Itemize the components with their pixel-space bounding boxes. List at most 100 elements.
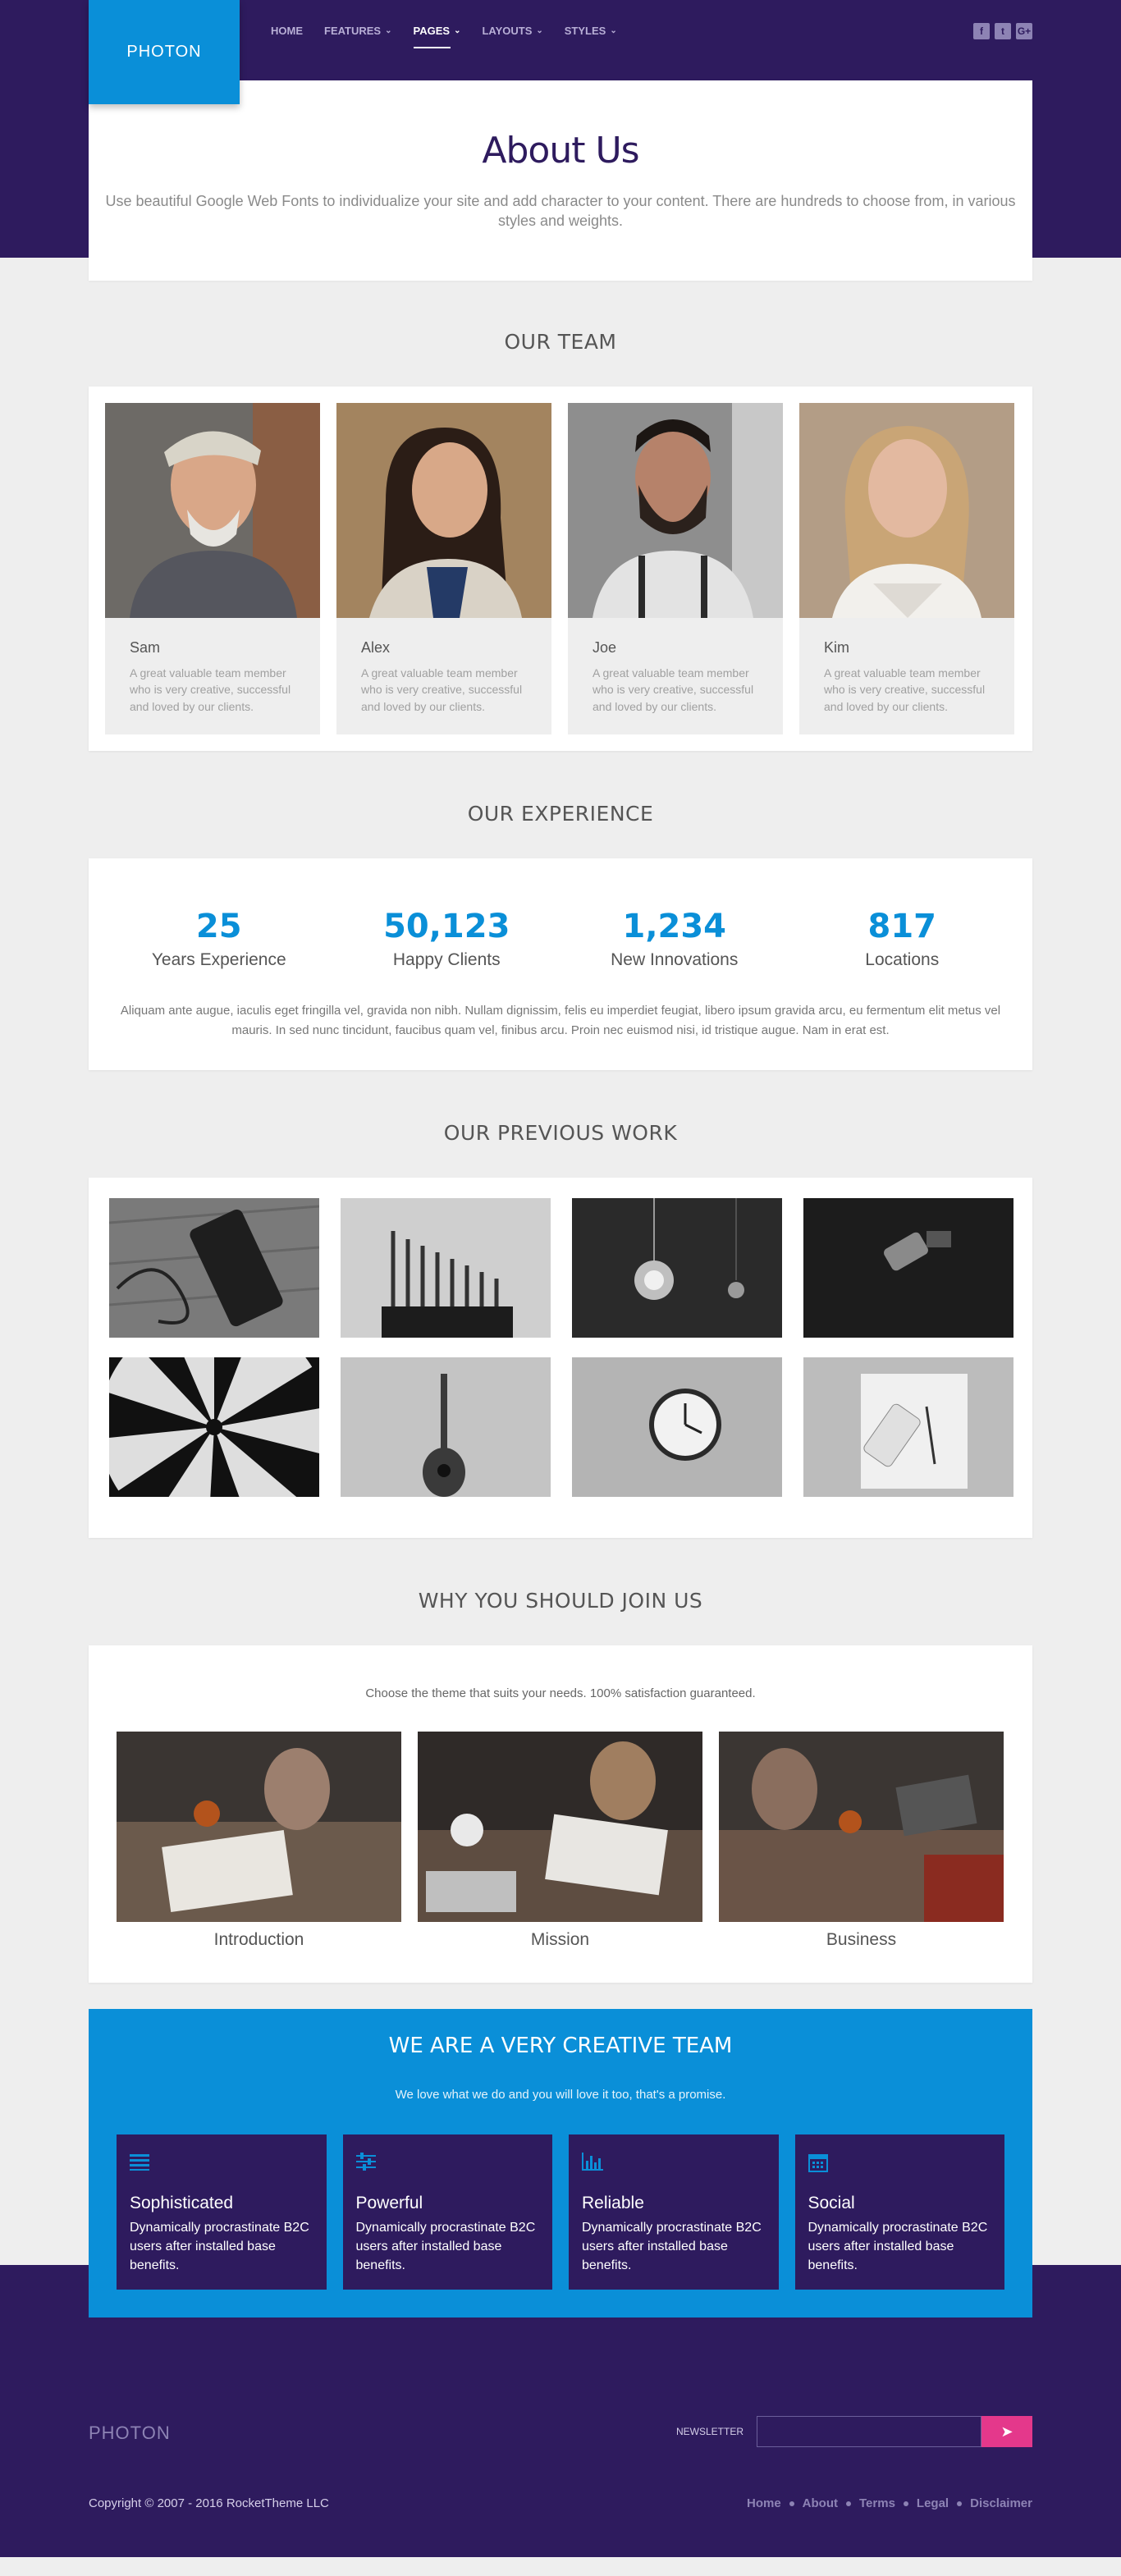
footer-link-legal[interactable]: Legal — [917, 2496, 949, 2510]
stat-value: 25 — [195, 907, 242, 945]
member-bio: A great valuable team member who is very… — [361, 666, 523, 713]
member-name: Kim — [824, 639, 849, 656]
feature-title: Reliable — [582, 2193, 644, 2212]
chevron-down-icon: ⌄ — [610, 26, 617, 35]
main-nav: Home Features ⌄ Pages ⌄ Layouts ⌄ Styles ⌄ — [271, 25, 617, 48]
feature-text: Dynamically procrastinate B2C users afte… — [130, 2220, 309, 2273]
work-item-notebook[interactable] — [803, 1357, 1013, 1497]
work-title: OUR PREVIOUS WORK — [443, 1120, 678, 1145]
nav-label: Home — [271, 25, 303, 37]
site-logo[interactable]: PHOTON — [89, 0, 240, 104]
team-card: Sam A great valuable team member who is v… — [89, 387, 1032, 751]
stat-innovations: 1,234 New Innovations — [568, 908, 781, 970]
join-label: Introduction — [213, 1929, 304, 1949]
separator-dot — [789, 2501, 794, 2506]
feature-grid: Sophisticated Dynamically procrastinate … — [117, 2134, 1004, 2290]
join-tagline: Choose the theme that suits your needs. … — [365, 1686, 756, 1700]
member-name: Sam — [130, 639, 161, 656]
nav-item-home[interactable]: Home — [271, 25, 303, 48]
stat-label: Locations — [865, 949, 940, 969]
join-image — [418, 1731, 702, 1922]
send-icon: ➤ — [1000, 2423, 1013, 2440]
stat-clients: 50,123 Happy Clients — [340, 908, 553, 970]
team-member: Kim A great valuable team member who is v… — [799, 403, 1014, 734]
team-title: OUR TEAM — [504, 330, 617, 354]
member-name: Joe — [593, 639, 617, 656]
work-item-clock[interactable] — [572, 1357, 782, 1497]
chevron-down-icon: ⌄ — [536, 26, 543, 35]
copyright: Copyright © 2007 - 2016 RocketTheme LLC — [89, 2496, 329, 2511]
join-item-mission[interactable]: Mission — [418, 1731, 702, 1950]
stat-value: 1,234 — [622, 907, 727, 945]
feature-title: Sophisticated — [130, 2193, 234, 2212]
separator-dot — [903, 2501, 908, 2506]
footer-link-disclaimer[interactable]: Disclaimer — [970, 2496, 1032, 2510]
member-bio: A great valuable team member who is very… — [130, 666, 291, 713]
team-member: Alex A great valuable team member who is … — [336, 403, 551, 734]
nav-label: Styles — [564, 25, 606, 37]
work-item-guitar[interactable] — [341, 1357, 551, 1497]
creative-team-section: WE ARE A VERY CREATIVE TEAM We love what… — [89, 2008, 1032, 2318]
creative-title: WE ARE A VERY CREATIVE TEAM — [388, 2033, 733, 2058]
member-photo — [799, 403, 1014, 618]
feature-title: Powerful — [355, 2193, 423, 2212]
join-image — [719, 1731, 1004, 1922]
social-links: f t G+ — [973, 23, 1032, 39]
join-grid: Introduction Mission Business — [117, 1731, 1004, 1950]
nav-item-styles[interactable]: Styles ⌄ — [565, 25, 617, 48]
newsletter-email-input[interactable] — [757, 2416, 981, 2448]
nav-item-layouts[interactable]: Layouts ⌄ — [482, 25, 542, 48]
join-image — [117, 1731, 401, 1922]
feature-title: Social — [808, 2193, 855, 2212]
hero-card: About Us Use beautiful Google Web Fonts … — [89, 80, 1032, 281]
twitter-icon[interactable]: t — [995, 23, 1011, 39]
team-member: Sam A great valuable team member who is v… — [105, 403, 320, 734]
nav-label: Features — [324, 25, 382, 37]
stat-value: 50,123 — [383, 907, 510, 945]
join-item-business[interactable]: Business — [719, 1731, 1004, 1950]
sliders-icon — [355, 2152, 540, 2177]
member-bio: A great valuable team member who is very… — [593, 666, 754, 713]
stat-years: 25 Years Experience — [112, 908, 326, 970]
feature-text: Dynamically procrastinate B2C users afte… — [808, 2220, 988, 2273]
join-item-introduction[interactable]: Introduction — [117, 1731, 401, 1950]
nav-label: Layouts — [482, 25, 533, 37]
feature-card: Social Dynamically procrastinate B2C use… — [794, 2134, 1004, 2290]
creative-subtitle: We love what we do and you will love it … — [395, 2087, 726, 2102]
newsletter-form: Newsletter ➤ — [676, 2416, 1032, 2448]
footer-logo[interactable]: PHOTON — [89, 2423, 171, 2444]
chevron-down-icon: ⌄ — [385, 26, 392, 35]
stat-label: New Innovations — [611, 949, 739, 969]
facebook-icon[interactable]: f — [973, 23, 990, 39]
footer-link-terms[interactable]: Terms — [859, 2496, 895, 2510]
feature-text: Dynamically procrastinate B2C users afte… — [355, 2220, 536, 2273]
work-item-lightbulb[interactable] — [572, 1197, 782, 1338]
stat-locations: 817 Locations — [795, 908, 1009, 970]
work-item-dartboard[interactable] — [109, 1357, 319, 1497]
nav-item-pages[interactable]: Pages ⌄ — [413, 25, 460, 48]
feature-card: Powerful Dynamically procrastinate B2C u… — [342, 2134, 552, 2290]
separator-dot — [846, 2501, 851, 2506]
member-photo — [336, 403, 551, 618]
newsletter-submit-button[interactable]: ➤ — [981, 2416, 1032, 2448]
experience-text: Aliquam ante augue, iaculis eget fringil… — [120, 1003, 1001, 1037]
experience-title: OUR EXPERIENCE — [467, 801, 654, 826]
work-item-drill-bits[interactable] — [341, 1197, 551, 1338]
footer-link-about[interactable]: About — [803, 2496, 838, 2510]
work-item-phone[interactable] — [109, 1197, 319, 1338]
google-plus-icon[interactable]: G+ — [1016, 23, 1032, 39]
footer-link-home[interactable]: Home — [747, 2496, 781, 2510]
list-icon — [130, 2153, 313, 2177]
site-header: PHOTON Home Features ⌄ Pages ⌄ Layouts ⌄ St… — [0, 0, 1121, 281]
separator-dot — [957, 2501, 963, 2506]
stats-row: 25 Years Experience 50,123 Happy Clients 1… — [105, 908, 1016, 970]
member-bio: A great valuable team member who is very… — [824, 666, 986, 713]
join-title: WHY YOU SHOULD JOIN US — [418, 1588, 703, 1613]
page-title: About Us — [482, 130, 639, 172]
join-label: Business — [826, 1929, 897, 1949]
work-item-accessories[interactable] — [803, 1197, 1013, 1338]
nav-item-features[interactable]: Features ⌄ — [324, 25, 392, 48]
work-gallery — [89, 1177, 1032, 1538]
join-label: Mission — [530, 1929, 590, 1949]
join-card: Choose the theme that suits your needs. … — [89, 1645, 1032, 1983]
